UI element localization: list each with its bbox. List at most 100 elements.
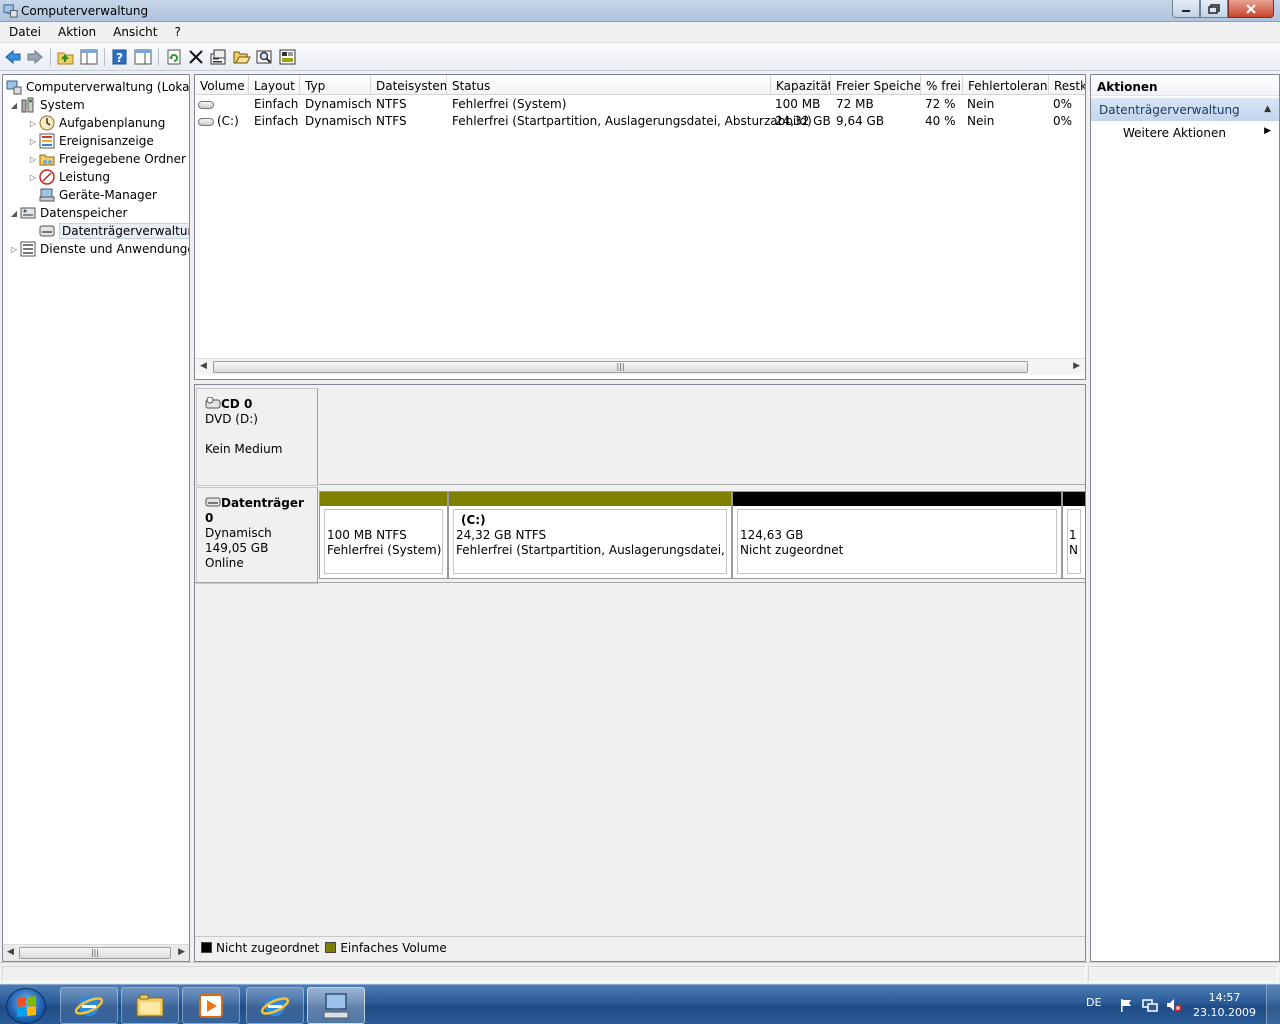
tree-item-ereignisanzeige[interactable]: ▷ Ereignisanzeige — [28, 132, 154, 150]
taskbar-media-player[interactable] — [182, 987, 240, 1024]
properties-button[interactable] — [210, 48, 228, 66]
show-desktop-button[interactable] — [1266, 985, 1280, 1024]
menu-aktion[interactable]: Aktion — [49, 22, 104, 42]
scroll-left-arrow-icon[interactable]: ◀ — [7, 947, 14, 957]
maximize-button[interactable] — [1200, 0, 1228, 18]
window-title: Computerverwaltung — [21, 4, 149, 18]
network-icon[interactable] — [1142, 997, 1158, 1013]
scroll-thumb[interactable]: ||| — [19, 947, 171, 959]
show-hide-action-pane-icon — [134, 49, 152, 65]
computer-management-app-icon — [3, 4, 18, 18]
show-hide-action-pane-button[interactable] — [134, 48, 152, 66]
table-row[interactable]: Einfach Dynamisch NTFS Fehlerfrei (Syste… — [195, 96, 1085, 113]
menu-help[interactable]: ? — [165, 22, 188, 42]
clock-icon — [38, 115, 56, 131]
partition-unallocated[interactable]: 124,63 GB Nicht zugeordnet — [732, 491, 1062, 579]
column-header-prozent-frei[interactable]: % frei — [921, 75, 963, 95]
disk-settings-button[interactable] — [279, 48, 297, 66]
media-player-icon — [199, 993, 223, 1018]
scroll-thumb[interactable]: ||| — [213, 361, 1028, 373]
refresh-button[interactable] — [165, 48, 183, 66]
menu-bar: Datei Aktion Ansicht ? — [0, 22, 1280, 43]
column-header-freier-speicher[interactable]: Freier Speicher — [831, 75, 921, 95]
action-center-flag-icon[interactable] — [1118, 997, 1134, 1013]
tree-item-datentraegerverwaltung[interactable]: Datenträgerverwaltung — [38, 222, 189, 240]
column-header-layout[interactable]: Layout — [249, 75, 300, 95]
fs-cell: NTFS — [376, 114, 407, 128]
close-button[interactable] — [1228, 0, 1274, 18]
column-header-volume[interactable]: Volume — [195, 75, 249, 95]
cd-drive-area[interactable] — [319, 388, 1085, 485]
open-button[interactable] — [233, 48, 251, 66]
expand-arrow-icon[interactable]: ▷ — [28, 137, 38, 146]
tree-label-leistung: Leistung — [59, 170, 110, 184]
minimize-button[interactable] — [1172, 0, 1200, 18]
partition-c[interactable]: (C:) 24,32 GB NTFS Fehlerfrei (Startpart… — [448, 491, 732, 579]
collapse-up-icon[interactable]: ▲ — [1264, 104, 1271, 114]
tree-item-geraete-manager[interactable]: Geräte-Manager — [38, 186, 157, 204]
expand-arrow-icon[interactable]: ▷ — [28, 173, 38, 182]
expand-arrow-icon[interactable]: ▷ — [28, 119, 38, 128]
layout-cell: Einfach — [254, 97, 299, 111]
refresh-icon — [167, 49, 181, 65]
table-row[interactable]: (C:) Einfach Dynamisch NTFS Fehlerfrei (… — [195, 113, 1085, 130]
tree-item-system[interactable]: ◢ System — [9, 96, 85, 114]
delete-button[interactable] — [187, 48, 205, 66]
show-hide-tree-button[interactable] — [80, 48, 98, 66]
actions-group-datentraegerverwaltung[interactable]: Datenträgerverwaltung ▲ — [1091, 98, 1279, 121]
status-bar-panel — [2, 966, 1086, 982]
percent-free-cell: 40 % — [925, 114, 956, 128]
disk-settings-icon — [279, 49, 296, 65]
column-header-restkapazitaet[interactable]: Restka — [1049, 75, 1085, 95]
expand-arrow-icon[interactable]: ▷ — [28, 155, 38, 164]
partition-unallocated-2[interactable]: 1 N — [1062, 491, 1085, 579]
legend: Nicht zugeordnet Einfaches Volume — [195, 936, 1085, 958]
disk-0-label[interactable]: Datenträger 0 Dynamisch 149,05 GB Online — [196, 487, 318, 584]
explorer-folder-icon — [136, 994, 164, 1016]
tree-item-datenspeicher[interactable]: ◢ Datenspeicher — [9, 204, 127, 222]
collapse-arrow-icon[interactable]: ◢ — [9, 101, 19, 110]
tree-item-aufgabenplanung[interactable]: ▷ Aufgabenplanung — [28, 114, 165, 132]
weitere-aktionen-item[interactable]: Weitere Aktionen ▶ — [1091, 121, 1279, 143]
search-button[interactable] — [256, 48, 274, 66]
volume-list-horizontal-scrollbar[interactable]: ◀ ||| ▶ — [195, 358, 1085, 375]
language-indicator[interactable]: DE — [1086, 996, 1101, 1009]
console-tree: Computerverwaltung (Lokal) ◢ System ▷ Au… — [2, 74, 190, 962]
forward-button[interactable] — [26, 48, 44, 66]
disk-0-size: 149,05 GB — [205, 541, 269, 555]
column-header-typ[interactable]: Typ — [300, 75, 371, 95]
scroll-left-arrow-icon[interactable]: ◀ — [200, 361, 207, 371]
tree-item-leistung[interactable]: ▷ Leistung — [28, 168, 110, 186]
tree-label-datentraegerverwaltung: Datenträgerverwaltung — [59, 223, 189, 239]
tree-item-root[interactable]: Computerverwaltung (Lokal) — [5, 78, 189, 96]
fault-tolerance-cell: Nein — [967, 114, 995, 128]
help-button[interactable]: ? — [111, 48, 129, 66]
start-button[interactable] — [6, 988, 46, 1024]
clock[interactable]: 14:57 23.10.2009 — [1193, 990, 1256, 1020]
scroll-right-arrow-icon[interactable]: ▶ — [1073, 361, 1080, 371]
scroll-right-arrow-icon[interactable]: ▶ — [178, 947, 185, 957]
column-header-fehlertoleranz[interactable]: Fehlertoleranz — [963, 75, 1049, 95]
partition-system[interactable]: 100 MB NTFS Fehlerfrei (System) — [319, 491, 448, 579]
up-folder-button[interactable] — [57, 48, 75, 66]
taskbar-windows-explorer[interactable] — [121, 987, 179, 1024]
tree-item-dienste[interactable]: ▷ Dienste und Anwendungen — [9, 240, 189, 258]
column-header-status[interactable]: Status — [447, 75, 771, 95]
tree-item-freigegebene-ordner[interactable]: ▷ Freigegebene Ordner — [28, 150, 186, 168]
menu-datei[interactable]: Datei — [0, 22, 49, 42]
partition-bar-unallocated — [1063, 492, 1085, 506]
collapse-arrow-icon[interactable]: ◢ — [9, 209, 19, 218]
taskbar-internet-explorer[interactable] — [60, 987, 118, 1024]
menu-ansicht[interactable]: Ansicht — [104, 22, 165, 42]
volume-muted-icon[interactable] — [1166, 997, 1182, 1013]
back-button[interactable] — [4, 48, 22, 66]
expand-arrow-icon[interactable]: ▷ — [9, 245, 19, 254]
taskbar-computer-management[interactable] — [307, 987, 365, 1024]
column-header-dateisystem[interactable]: Dateisystem — [371, 75, 447, 95]
column-header-kapazitaet[interactable]: Kapazität — [771, 75, 831, 95]
tree-horizontal-scrollbar[interactable]: ◀ ||| ▶ — [3, 944, 189, 961]
layout-cell: Einfach — [254, 114, 299, 128]
taskbar-internet-explorer-2[interactable] — [246, 987, 304, 1024]
cd-drive-label[interactable]: CD 0 DVD (D:) Kein Medium — [196, 388, 318, 486]
shared-folder-icon — [38, 151, 56, 167]
